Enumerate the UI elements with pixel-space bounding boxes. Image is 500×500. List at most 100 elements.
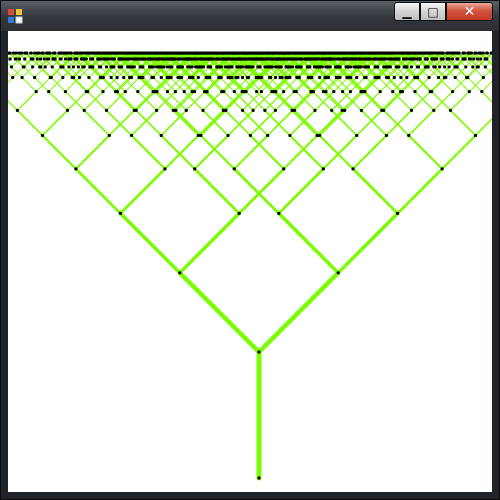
- tree-node: [235, 65, 239, 69]
- tree-node: [416, 75, 420, 80]
- tree-node: [320, 65, 324, 69]
- tree-node: [468, 57, 472, 61]
- tree-node: [136, 89, 140, 94]
- tree-branch: [468, 76, 484, 93]
- tree-node: [63, 51, 67, 55]
- tree-node: [82, 108, 86, 112]
- tree-node: [109, 75, 113, 80]
- tree-branch: [118, 211, 182, 275]
- tree-node: [358, 57, 363, 61]
- tree-node: [154, 51, 158, 55]
- tree-node: [485, 57, 489, 61]
- tree-node: [279, 51, 283, 55]
- tree-node: [122, 57, 126, 61]
- tree-node: [257, 65, 261, 69]
- tree-node: [295, 57, 299, 61]
- tree-node: [300, 57, 304, 61]
- tree-branch: [237, 167, 286, 215]
- tree-node: [383, 51, 387, 55]
- tree-node: [222, 57, 226, 61]
- tree-node: [219, 65, 224, 69]
- tree-node: [230, 75, 234, 80]
- tree-branch: [392, 90, 413, 112]
- tree-node: [112, 65, 116, 69]
- tree-branch: [379, 76, 395, 93]
- tree-node: [291, 57, 295, 61]
- tree-node: [336, 57, 340, 61]
- tree-node: [453, 51, 457, 55]
- tree-branch: [21, 76, 37, 93]
- tree-branch: [407, 134, 444, 170]
- tree-node: [99, 57, 103, 61]
- tree-node: [74, 167, 78, 171]
- tree-node: [33, 51, 37, 55]
- tree-node: [14, 57, 18, 61]
- tree-node: [244, 89, 248, 94]
- tree-node: [201, 57, 205, 61]
- tree-branch: [277, 167, 325, 215]
- close-button[interactable]: ✕: [446, 2, 493, 21]
- tree-node: [479, 51, 483, 55]
- tree-node: [291, 65, 295, 69]
- tree-branch: [137, 90, 158, 112]
- tree-node: [217, 51, 222, 55]
- tree-branch: [474, 117, 492, 137]
- tree-branch: [135, 109, 163, 137]
- tree-node: [141, 65, 145, 69]
- tree-node: [197, 65, 201, 69]
- tree-node: [273, 75, 278, 80]
- tree-branch: [64, 76, 81, 93]
- tree-node: [236, 75, 240, 80]
- tree-node: [318, 51, 322, 55]
- tree-node: [104, 57, 108, 61]
- tree-node: [351, 57, 356, 61]
- tree-node: [448, 108, 453, 112]
- tree-node: [41, 51, 45, 55]
- tree-node: [450, 57, 455, 61]
- tree-node: [392, 75, 396, 80]
- tree-node: [175, 51, 179, 55]
- tree-node: [184, 108, 188, 112]
- tree-node: [455, 65, 459, 69]
- tree-node: [93, 51, 97, 55]
- tree-node: [380, 57, 384, 61]
- tree-node: [163, 167, 167, 171]
- tree-branch: [417, 76, 433, 93]
- tree-node: [211, 51, 216, 55]
- tree-branch: [163, 134, 200, 170]
- tree-node: [243, 51, 247, 55]
- tree-node: [122, 75, 126, 80]
- tree-branch: [138, 76, 154, 93]
- tree-node: [115, 75, 119, 80]
- tree-node: [38, 57, 43, 61]
- tree-node: [170, 51, 174, 55]
- tree-branch: [431, 76, 447, 93]
- tree-node: [348, 65, 353, 69]
- tree-node: [107, 133, 111, 138]
- tree-node: [8, 51, 12, 55]
- tree-node: [368, 57, 372, 61]
- tree-node: [29, 51, 33, 55]
- tree-node: [155, 89, 159, 94]
- minimize-button[interactable]: ▁: [394, 2, 420, 21]
- tree-node: [441, 51, 445, 55]
- tree-node: [476, 65, 480, 69]
- tree-node: [65, 108, 70, 112]
- maximize-button[interactable]: □: [420, 2, 446, 21]
- tree-node: [178, 51, 183, 55]
- tree-node: [82, 65, 86, 69]
- tree-node: [345, 51, 350, 55]
- title-bar[interactable]: ▁ □ ✕: [1, 1, 499, 31]
- tree-branch: [381, 90, 402, 112]
- tree-node: [186, 65, 190, 69]
- tree-branch: [105, 109, 133, 137]
- app-icon[interactable]: [7, 8, 23, 24]
- tree-node: [138, 57, 142, 61]
- tree-node: [450, 51, 454, 55]
- app-window: ▁ □ ✕: [0, 0, 500, 500]
- tree-branch: [34, 76, 50, 93]
- tree-branch: [322, 134, 358, 170]
- tree-node: [285, 57, 289, 61]
- tree-node: [53, 57, 57, 61]
- tree-node: [245, 75, 249, 80]
